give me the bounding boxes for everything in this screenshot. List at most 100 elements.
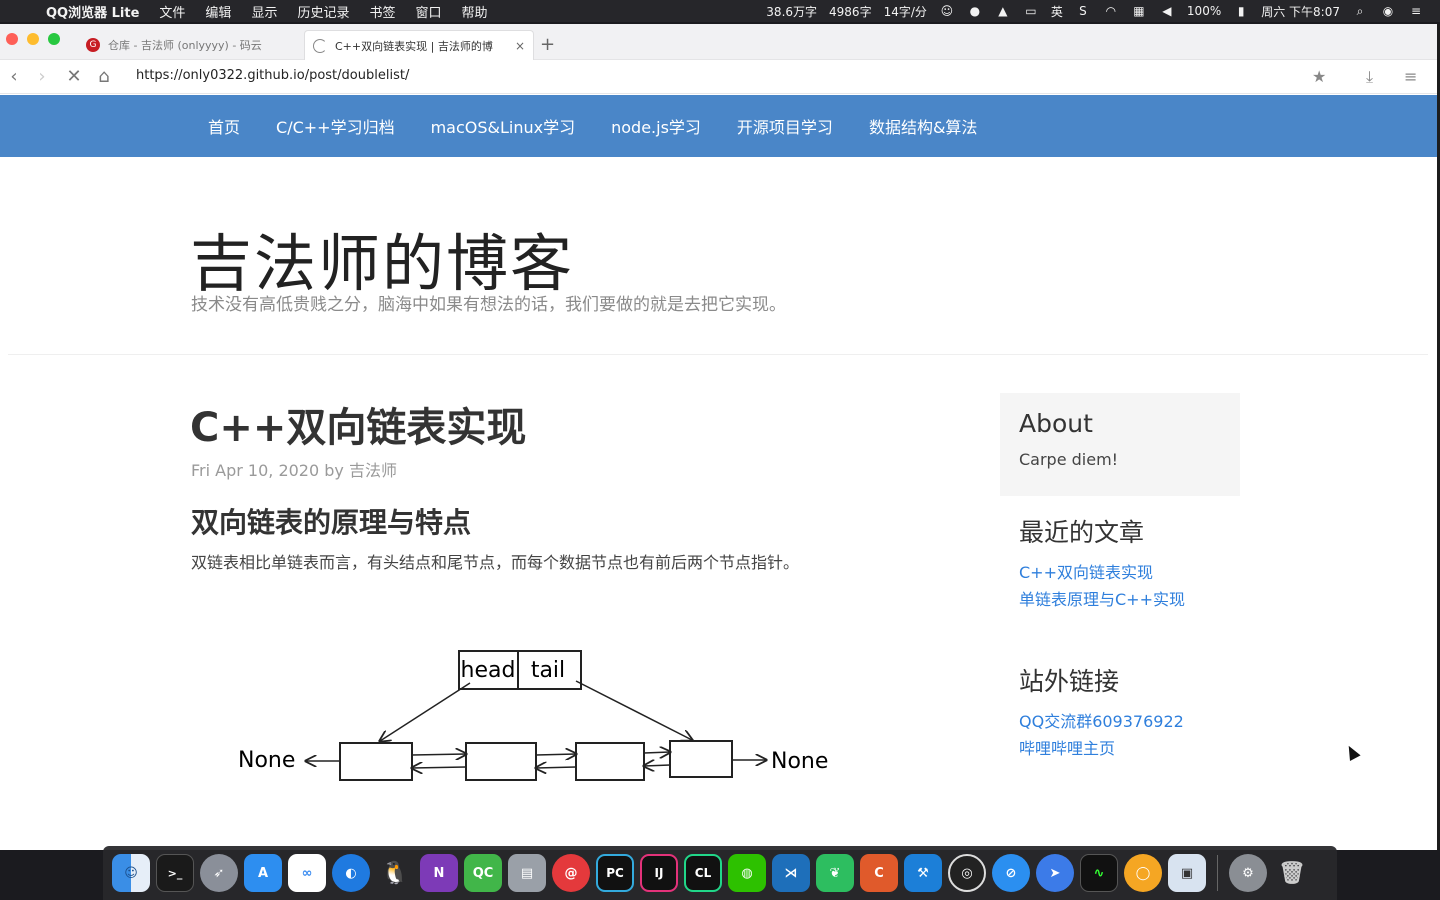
clion-icon[interactable]: CL — [684, 854, 722, 892]
word-count-today[interactable]: 4986字 — [823, 3, 878, 20]
wechat-icon[interactable]: ◍ — [728, 854, 766, 892]
recent-post-link[interactable]: 单链表原理与C++实现 — [1019, 586, 1259, 613]
battery-icon[interactable]: ▮ — [1232, 4, 1250, 18]
typing-speed[interactable]: 14字/分 — [878, 3, 933, 20]
nav-open-source[interactable]: 开源项目学习 — [719, 114, 851, 138]
c-ide-icon[interactable]: C — [860, 854, 898, 892]
notification-center-icon[interactable]: ≡ — [1407, 4, 1425, 18]
nav-data-structures[interactable]: 数据结构&算法 — [851, 114, 995, 138]
menu-edit[interactable]: 编辑 — [195, 2, 241, 21]
menu-history[interactable]: 历史记录 — [287, 2, 359, 21]
menu-help[interactable]: 帮助 — [452, 2, 498, 21]
evernote-icon[interactable]: ❦ — [816, 854, 854, 892]
menu-app-name[interactable]: QQ浏览器 Lite — [40, 2, 149, 21]
download-icon[interactable]: ⤓ — [1366, 67, 1373, 87]
external-links-title: 站外链接 — [1019, 667, 1120, 696]
tab-title: 仓库 - 吉法师 (onlyyyy) - 码云 — [108, 39, 262, 52]
qt-creator-icon[interactable]: QC — [464, 854, 502, 892]
zoom-window-button[interactable] — [48, 33, 60, 45]
nav-home[interactable]: 首页 — [190, 114, 258, 138]
menu-file[interactable]: 文件 — [149, 2, 195, 21]
recent-post-link[interactable]: C++双向链表实现 — [1019, 559, 1259, 586]
mountain-icon[interactable]: ▲ — [994, 4, 1012, 18]
airplay-icon[interactable]: ▭ — [1022, 4, 1040, 18]
blog-subtitle: 技术没有高低贵贱之分，脑海中如果有想法的话，我们要做的就是去把它实现。 — [191, 295, 786, 315]
sogou-icon[interactable]: S — [1074, 4, 1092, 18]
close-tab-icon[interactable]: × — [515, 39, 525, 53]
mac-menu-bar: QQ浏览器 Lite 文件 编辑 显示 历史记录 书签 窗口 帮助 38.6万字… — [0, 0, 1440, 22]
baidu-netdisk-icon[interactable]: ∞ — [288, 854, 326, 892]
sidebar-external-links: 站外链接 QQ交流群609376922 哔哩哔哩主页 — [1019, 662, 1259, 762]
dock-separator — [1217, 855, 1218, 891]
node-box — [339, 742, 413, 781]
nav-nodejs[interactable]: node.js学习 — [593, 114, 719, 138]
none-left-label: None — [238, 748, 295, 773]
new-tab-icon[interactable]: + — [540, 34, 555, 55]
window-controls — [6, 33, 60, 45]
home-icon[interactable]: ⌂ — [92, 66, 116, 87]
qq-icon[interactable]: 🐧 — [376, 854, 414, 892]
qq-group-link[interactable]: QQ交流群609376922 — [1019, 708, 1259, 735]
netease-music-icon[interactable]: @ — [552, 854, 590, 892]
activity-monitor-icon[interactable]: ∿ — [1080, 854, 1118, 892]
trash-icon[interactable]: 🗑 — [1273, 854, 1311, 892]
menu-bookmarks[interactable]: 书签 — [359, 2, 405, 21]
spotlight-search-icon[interactable]: ⌕ — [1351, 4, 1369, 18]
tab-blog-post[interactable]: C++双向链表实现 | 吉法师的博 × — [304, 30, 534, 60]
bookmark-star-icon[interactable]: ★ — [1312, 67, 1326, 86]
smiley-icon[interactable]: ☺ — [938, 4, 956, 18]
siri-icon[interactable]: ◉ — [1379, 4, 1397, 18]
obs-icon[interactable]: ◎ — [948, 854, 986, 892]
nav-cpp[interactable]: C/C++学习归档 — [258, 114, 413, 138]
keyboard-icon[interactable]: ▦ — [1130, 4, 1148, 18]
stop-loading-icon[interactable]: ✕ — [62, 66, 86, 87]
back-icon[interactable]: ‹ — [2, 66, 26, 87]
tail-label: tail — [531, 658, 565, 683]
loading-icon — [313, 38, 327, 53]
terminal-icon[interactable]: >_ — [156, 854, 194, 892]
battery-percent[interactable]: 100% — [1181, 4, 1227, 18]
feishu-icon[interactable]: ➤ — [1036, 854, 1074, 892]
divider — [8, 354, 1428, 355]
menu-window[interactable]: 窗口 — [405, 2, 451, 21]
url-input[interactable]: https://only0322.github.io/post/doubleli… — [136, 68, 409, 83]
vscode-icon[interactable]: ⋊ — [772, 854, 810, 892]
finder-icon[interactable]: ☺ — [112, 854, 150, 892]
menu-icon[interactable]: ≡ — [1404, 67, 1417, 86]
site-nav: 首页 C/C++学习归档 macOS&Linux学习 node.js学习 开源项… — [0, 95, 1437, 157]
menu-view[interactable]: 显示 — [241, 2, 287, 21]
nav-macos-linux[interactable]: macOS&Linux学习 — [413, 114, 594, 138]
xcode-icon[interactable]: ⚒ — [904, 854, 942, 892]
input-method[interactable]: 英 — [1045, 3, 1069, 20]
qq-browser-icon[interactable]: ◐ — [332, 854, 370, 892]
doubly-linked-list-diagram: head tail None None — [238, 650, 828, 781]
word-count-total[interactable]: 38.6万字 — [760, 3, 823, 20]
tab-bar: G 仓库 - 吉法师 (onlyyyy) - 码云 C++双向链表实现 | 吉法… — [0, 24, 1437, 60]
intellij-icon[interactable]: IJ — [640, 854, 678, 892]
dock: ☺ >_ ➶ A ∞ ◐ 🐧 N QC ▤ @ PC IJ CL ◍ ⋊ ❦ C… — [103, 846, 1337, 900]
close-window-button[interactable] — [6, 33, 18, 45]
pycharm-icon[interactable]: PC — [596, 854, 634, 892]
safari-icon[interactable]: ⊘ — [992, 854, 1030, 892]
web-page: 首页 C/C++学习归档 macOS&Linux学习 node.js学习 开源项… — [0, 95, 1437, 850]
post-meta: Fri Apr 10, 2020 by 吉法师 — [191, 461, 397, 480]
bilibili-link[interactable]: 哔哩哔哩主页 — [1019, 735, 1259, 762]
forward-icon[interactable]: › — [30, 66, 54, 87]
volume-icon[interactable]: ◀ — [1158, 4, 1176, 18]
archive-icon[interactable]: ▤ — [508, 854, 546, 892]
microphone-icon[interactable]: ● — [966, 4, 984, 18]
mouse-cursor-icon — [1343, 743, 1361, 761]
vpn-icon[interactable]: ◯ — [1124, 854, 1162, 892]
onenote-icon[interactable]: N — [420, 854, 458, 892]
system-preferences-icon[interactable]: ⚙ — [1229, 854, 1267, 892]
tab-gitee[interactable]: G 仓库 - 吉法师 (onlyyyy) - 码云 — [78, 30, 300, 60]
app-store-icon[interactable]: A — [244, 854, 282, 892]
launchpad-icon[interactable]: ➶ — [200, 854, 238, 892]
gitee-icon: G — [86, 38, 100, 52]
clock[interactable]: 周六 下午8:07 — [1255, 3, 1346, 20]
about-text: Carpe diem! — [1019, 450, 1119, 469]
preview-icon[interactable]: ▣ — [1168, 854, 1206, 892]
wifi-icon[interactable]: ◠ — [1102, 4, 1120, 18]
minimize-window-button[interactable] — [27, 33, 39, 45]
browser-window: G 仓库 - 吉法师 (onlyyyy) - 码云 C++双向链表实现 | 吉法… — [0, 24, 1437, 850]
